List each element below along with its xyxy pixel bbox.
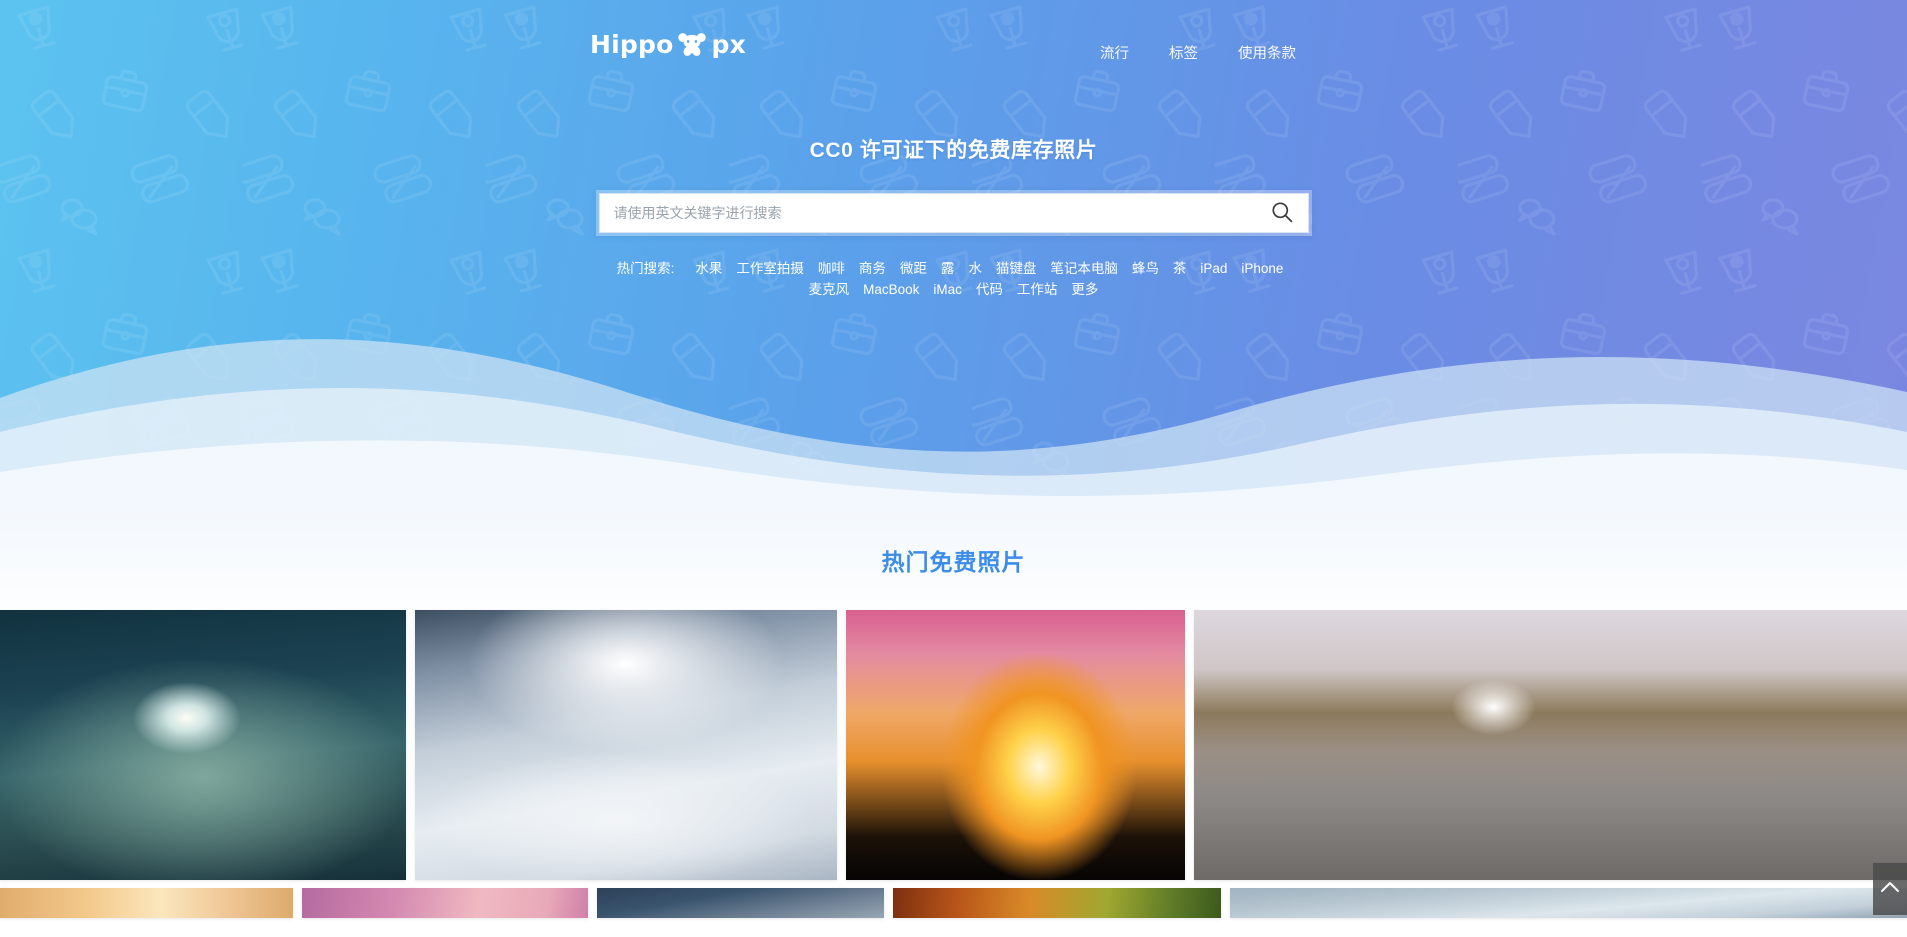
hot-tag-fruit[interactable]: 水果 (695, 261, 722, 276)
hero-tagline: CC0 许可证下的免费库存照片 (809, 139, 1098, 162)
hot-tag-workstation[interactable]: 工作站 (1017, 282, 1058, 297)
hot-tag-more[interactable]: 更多 (1071, 282, 1098, 297)
scroll-to-top-button[interactable] (1873, 863, 1907, 915)
photo-card-snow-peaks[interactable] (1230, 888, 1907, 918)
popular-photos-section: 热门免费照片 (0, 510, 1907, 610)
photo-row-2 (0, 888, 1907, 926)
hot-tag-macro[interactable]: 微距 (900, 261, 927, 276)
wave-decoration (0, 280, 1907, 510)
hot-tag-ipad[interactable]: iPad (1200, 261, 1227, 276)
search-input[interactable] (599, 194, 1256, 232)
hippo-mark-icon (677, 32, 707, 58)
hot-tag-water[interactable]: 水 (968, 261, 982, 276)
hot-tag-tea[interactable]: 茶 (1173, 261, 1187, 276)
photo-card-road-hand-water-splash[interactable] (1194, 610, 1907, 880)
photo-card-clouds-sunbeam-forest[interactable] (0, 610, 407, 880)
hot-searches: 热门搜索: 水果 工作室拍摄 咖啡 商务 微距露水猫键盘 笔记本电脑 蜂鸟茶 iPad iPhon… (594, 258, 1314, 300)
hot-tag-hummingbird[interactable]: 蜂鸟 (1132, 261, 1159, 276)
search-icon (1271, 201, 1293, 226)
hot-tag-laptop[interactable]: 笔记本电脑 (1050, 261, 1118, 276)
hot-tag-microphone[interactable]: 麦克风 (809, 282, 850, 297)
photo-card-autumn-foliage[interactable] (892, 888, 1222, 918)
photo-card-pink-sky-gradient[interactable] (301, 888, 589, 918)
hot-tag-cat-keyboard[interactable]: 猫键盘 (996, 261, 1037, 276)
hot-tag-business[interactable]: 商务 (859, 261, 886, 276)
photo-card-foggy-mountain-wolf[interactable] (415, 610, 838, 880)
hot-tag-imac[interactable]: iMac (933, 282, 962, 297)
hot-tag-code[interactable]: 代码 (976, 282, 1003, 297)
search-bar (595, 190, 1312, 236)
nav-item-popular[interactable]: 流行 (1100, 42, 1129, 63)
hero-banner: Hippo px 流行 标签 使用条款 CC0 许可证下的免费库存照片 请使用英… (0, 0, 1907, 510)
photo-row-1 (0, 610, 1907, 888)
site-logo[interactable]: Hippo px (590, 30, 746, 59)
photo-card-sunset-silhouette-person[interactable] (846, 610, 1186, 880)
hot-tag-studio-shot[interactable]: 工作室拍摄 (736, 261, 804, 276)
hot-tag-macbook[interactable]: MacBook (863, 282, 919, 297)
logo-text-prefix: Hippo (590, 30, 674, 59)
hero-content: CC0 许可证下的免费库存照片 热门搜索: 水果工作室拍摄咖啡商务微距露水猫键盘笔… (0, 134, 1907, 300)
hot-tag-iphone[interactable]: iPhone (1241, 261, 1283, 276)
hot-searches-label: 热门搜索: (616, 261, 675, 276)
chevron-up-icon (1880, 880, 1900, 899)
photo-card-dark-blue-mountain[interactable] (597, 888, 884, 918)
nav-item-terms[interactable]: 使用条款 (1238, 42, 1296, 63)
search-button[interactable] (1256, 194, 1308, 232)
photo-grid (0, 610, 1907, 926)
photo-card-golden-sand-texture[interactable] (0, 888, 293, 918)
hot-tag-dew[interactable]: 露 (941, 261, 955, 276)
search-box (598, 193, 1309, 233)
hot-tag-coffee[interactable]: 咖啡 (818, 261, 845, 276)
nav-item-tags[interactable]: 标签 (1169, 42, 1198, 63)
main-nav: 流行 标签 使用条款 (1100, 42, 1296, 63)
logo-text-suffix: px (711, 30, 746, 59)
section-title: 热门免费照片 (881, 549, 1026, 575)
site-header: Hippo px 流行 标签 使用条款 (0, 0, 1907, 86)
